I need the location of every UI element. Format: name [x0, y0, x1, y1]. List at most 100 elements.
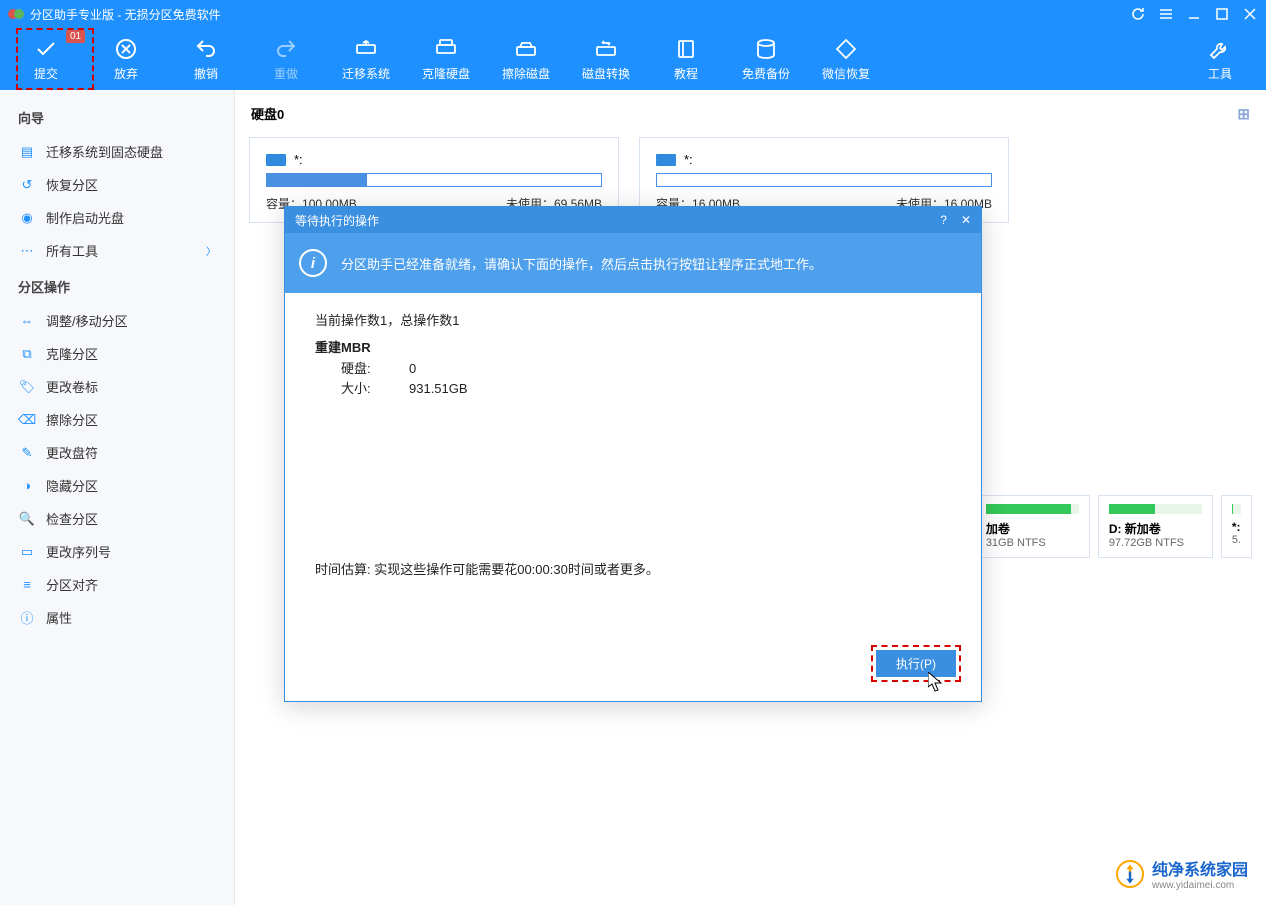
usage-bar [656, 173, 992, 187]
minimize-icon[interactable] [1186, 6, 1202, 22]
clone-button[interactable]: 克隆硬盘 [406, 31, 486, 87]
migrate-icon [354, 37, 378, 61]
wechat-icon [834, 37, 858, 61]
undo-icon [194, 37, 218, 61]
sidebar-item-label[interactable]: 🏷更改卷标 [0, 370, 234, 403]
refresh-icon[interactable] [1130, 6, 1146, 22]
toolbar-label: 克隆硬盘 [422, 65, 470, 82]
sidebar-item-serial[interactable]: ▭更改序列号 [0, 535, 234, 568]
erase-icon: ⌫ [18, 411, 36, 429]
op-group-title: 重建MBR [315, 338, 951, 359]
wrench-icon [1208, 37, 1232, 61]
tools-button[interactable]: 工具 [1180, 31, 1260, 87]
close-icon[interactable] [1242, 6, 1258, 22]
window-title: 分区助手专业版 - 无损分区免费软件 [30, 6, 221, 23]
convert-icon [594, 37, 618, 61]
sidebar-item-bootdisc[interactable]: ◉制作启动光盘 [0, 201, 234, 234]
align-icon: ≡ [18, 576, 36, 594]
wizards-header: 向导 [0, 98, 234, 135]
edit-icon: ✎ [18, 444, 36, 462]
drive-icon: ▤ [18, 143, 36, 161]
toolbar-label: 擦除磁盘 [502, 65, 550, 82]
dialog-info-text: 分区助手已经准备就绪，请确认下面的操作，然后点击执行按钮让程序正式地工作。 [341, 254, 822, 273]
redo-icon [274, 37, 298, 61]
sidebar-item-resize[interactable]: ⇔调整/移动分区 [0, 304, 234, 337]
wipe-button[interactable]: 擦除磁盘 [486, 31, 566, 87]
hide-icon: ◑ [18, 477, 36, 495]
sidebar-item-letter[interactable]: ✎更改盘符 [0, 436, 234, 469]
cancel-icon [114, 37, 138, 61]
ops-count: 当前操作数1，总操作数1 [315, 311, 951, 332]
partops-header: 分区操作 [0, 267, 234, 304]
sidebar-item-alltools[interactable]: ⋯所有工具〉 [0, 234, 234, 267]
pending-operations-dialog: 等待执行的操作 ? ✕ i 分区助手已经准备就绪，请确认下面的操作，然后点击执行… [284, 206, 982, 702]
toolbar-label: 撤销 [194, 65, 218, 82]
dialog-title: 等待执行的操作 [295, 212, 379, 229]
disk-icon [656, 154, 676, 166]
time-estimate: 时间估算: 实现这些操作可能需要花00:00:30时间或者更多。 [315, 560, 951, 581]
chevron-right-icon: 〉 [206, 243, 216, 258]
erase-icon [514, 37, 538, 61]
watermark-url: www.yidaimei.com [1152, 880, 1248, 891]
dialog-info-banner: i 分区助手已经准备就绪，请确认下面的操作，然后点击执行按钮让程序正式地工作。 [285, 233, 981, 293]
usage-bar [266, 173, 602, 187]
toolbar-label: 放弃 [114, 65, 138, 82]
toolbar-label: 迁移系统 [342, 65, 390, 82]
sidebar-item-align[interactable]: ≡分区对齐 [0, 568, 234, 601]
sidebar-item-recover[interactable]: ↺恢复分区 [0, 168, 234, 201]
sidebar-item-hide[interactable]: ◑隐藏分区 [0, 469, 234, 502]
discard-button[interactable]: 放弃 [86, 31, 166, 87]
disk-title: 硬盘0 ⊞ [249, 100, 1252, 127]
convert-button[interactable]: 磁盘转换 [566, 31, 646, 87]
check-icon [34, 37, 58, 61]
migrate-button[interactable]: 迁移系统 [326, 31, 406, 87]
toolbar-label: 微信恢复 [822, 65, 870, 82]
tutorial-button[interactable]: 教程 [646, 31, 726, 87]
toolbar-label: 教程 [674, 65, 698, 82]
execute-highlight: 执行(P) [871, 645, 961, 682]
sidebar-item-migrate-ssd[interactable]: ▤迁移系统到固态硬盘 [0, 135, 234, 168]
partition-card[interactable]: D: 新加卷 97.72GB NTFS [1098, 495, 1213, 558]
search-icon: 🔍 [18, 510, 36, 528]
toolbar: 提交 放弃 撤销 重做 迁移系统 克隆硬盘 擦除磁盘 磁盘转换 教程 免费备份 … [0, 28, 1266, 90]
dots-icon: ⋯ [18, 242, 36, 260]
tag-icon: 🏷 [18, 378, 36, 396]
recover-icon: ↺ [18, 176, 36, 194]
dialog-body: 当前操作数1，总操作数1 重建MBR 硬盘:0 大小:931.51GB 时间估算… [285, 293, 981, 645]
sidebar-item-clonep[interactable]: ⧉克隆分区 [0, 337, 234, 370]
undo-button[interactable]: 撤销 [166, 31, 246, 87]
wechat-button[interactable]: 微信恢复 [806, 31, 886, 87]
backup-button[interactable]: 免费备份 [726, 31, 806, 87]
info-icon: ⓘ [18, 609, 36, 627]
clone-icon [434, 37, 458, 61]
partition-card[interactable]: 加卷 31GB NTFS [975, 495, 1090, 558]
serial-icon: ▭ [18, 543, 36, 561]
resize-icon: ⇔ [18, 312, 36, 330]
close-icon[interactable]: ✕ [961, 213, 971, 227]
help-icon[interactable]: ? [940, 213, 947, 227]
toolbar-label: 重做 [274, 65, 298, 82]
execute-button[interactable]: 执行(P) [876, 650, 956, 677]
watermark-brand: 纯净系统家园 [1152, 856, 1248, 880]
dialog-title-bar: 等待执行的操作 ? ✕ [285, 207, 981, 233]
sidebar: 向导 ▤迁移系统到固态硬盘 ↺恢复分区 ◉制作启动光盘 ⋯所有工具〉 分区操作 … [0, 90, 235, 905]
commit-badge: 01 [66, 30, 85, 43]
sidebar-item-prop[interactable]: ⓘ属性 [0, 601, 234, 634]
toolbar-label: 提交 [34, 65, 58, 82]
app-logo-icon [8, 6, 24, 22]
disk-icon [266, 154, 286, 166]
maximize-icon[interactable] [1214, 6, 1230, 22]
redo-button[interactable]: 重做 [246, 31, 326, 87]
sidebar-item-wipep[interactable]: ⌫擦除分区 [0, 403, 234, 436]
partition-card[interactable]: *: 5. [1221, 495, 1252, 558]
menu-icon[interactable] [1158, 6, 1174, 22]
grid-view-icon[interactable]: ⊞ [1237, 105, 1250, 123]
disc-icon: ◉ [18, 209, 36, 227]
info-icon: i [299, 249, 327, 277]
backup-icon [754, 37, 778, 61]
sidebar-item-check[interactable]: 🔍检查分区 [0, 502, 234, 535]
book-icon [674, 37, 698, 61]
watermark: 纯净系统家园 www.yidaimei.com [1116, 856, 1248, 891]
toolbar-label: 工具 [1208, 65, 1232, 82]
toolbar-label: 磁盘转换 [582, 65, 630, 82]
